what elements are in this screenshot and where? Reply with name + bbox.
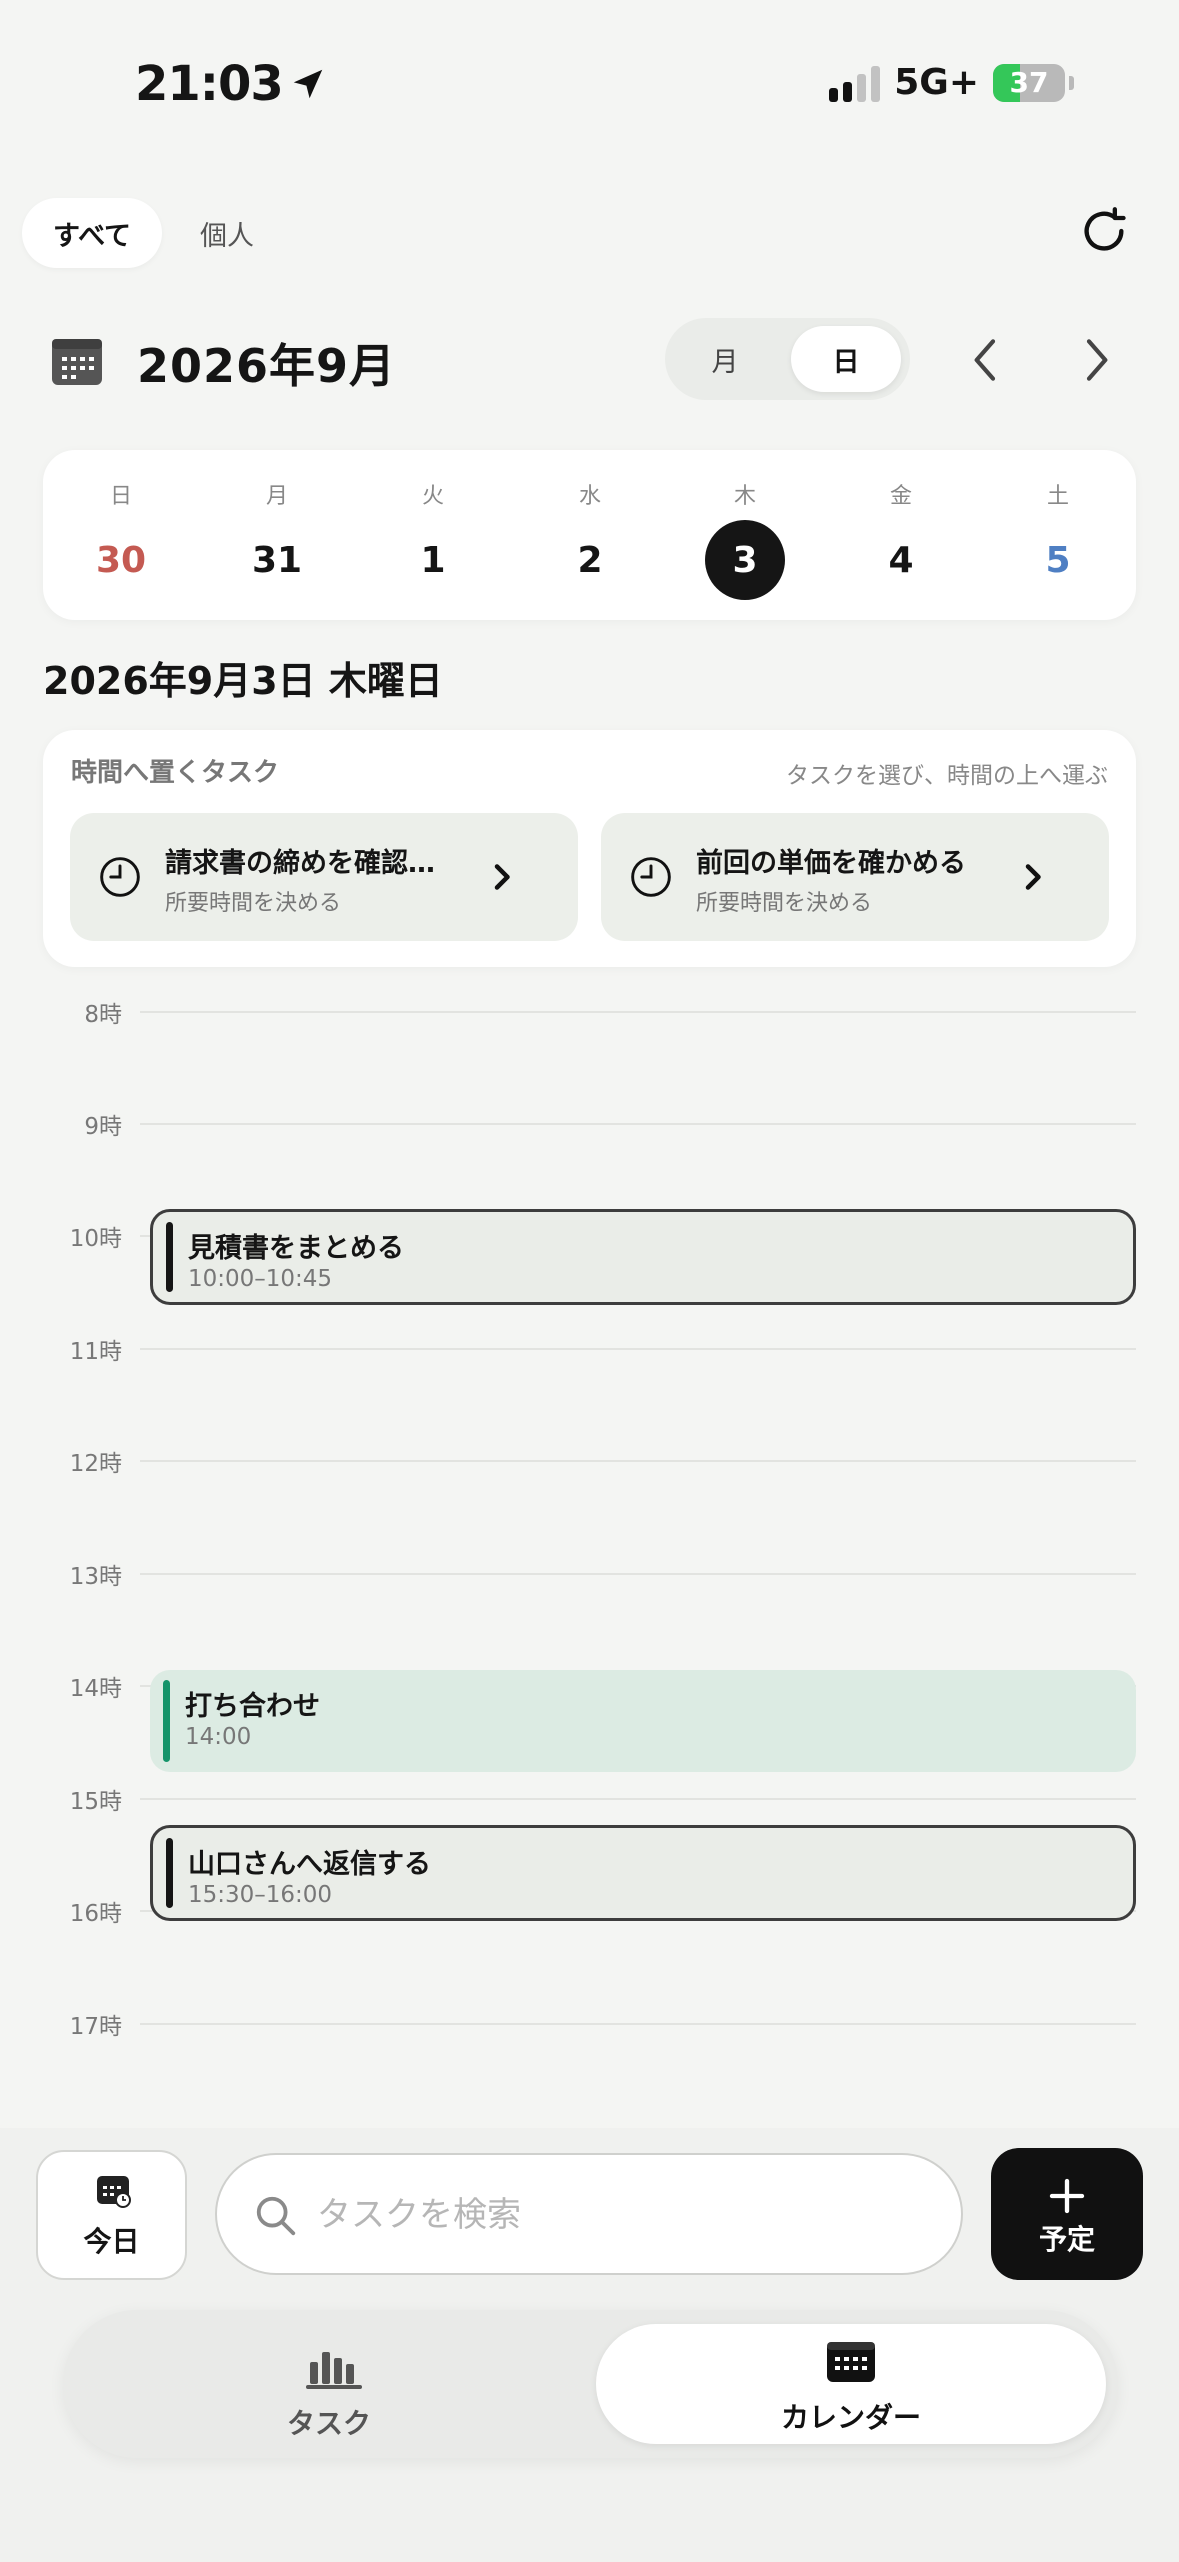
week-day-sat[interactable]: 土 5 bbox=[988, 450, 1128, 620]
location-arrow-icon bbox=[293, 69, 323, 99]
event-time: 14:00 bbox=[185, 1724, 252, 1750]
event-color-bar bbox=[163, 1680, 170, 1762]
hour-line bbox=[140, 1348, 1136, 1350]
card-title: 時間へ置くタスク bbox=[71, 758, 280, 788]
bar-chart-icon bbox=[306, 2352, 362, 2389]
hour-label: 14時 bbox=[69, 1676, 122, 1702]
search-input[interactable] bbox=[317, 2185, 917, 2245]
hour-label: 13時 bbox=[69, 1564, 122, 1590]
plus-icon bbox=[1049, 2178, 1085, 2214]
event-time: 15:30–16:00 bbox=[188, 1882, 333, 1908]
day-number: 2 bbox=[577, 539, 603, 581]
add-event-button[interactable]: 予定 bbox=[991, 2148, 1143, 2280]
weekday-label: 日 bbox=[109, 484, 132, 509]
event-time: 10:00–10:45 bbox=[188, 1266, 333, 1292]
view-day-button[interactable]: 日 bbox=[791, 326, 901, 392]
hour-label: 17時 bbox=[69, 2014, 122, 2040]
status-indicators: 5G+ 37 bbox=[829, 62, 1074, 103]
hour-label: 12時 bbox=[69, 1451, 122, 1477]
today-label: 今日 bbox=[83, 2225, 140, 2258]
unscheduled-tasks-card: 時間へ置くタスク タスクを選び、時間の上へ運ぶ 請求書の締めを確認… 所要時間を… bbox=[43, 730, 1136, 967]
day-number: 30 bbox=[95, 539, 147, 581]
calendar-icon bbox=[52, 339, 102, 385]
view-toggle: 月 日 bbox=[665, 318, 910, 400]
hour-line bbox=[140, 1011, 1136, 1013]
hour-line bbox=[140, 1460, 1136, 1462]
week-day-mon[interactable]: 月 31 bbox=[207, 450, 347, 620]
hour-line bbox=[140, 2023, 1136, 2025]
battery-level: 37 bbox=[1009, 66, 1049, 99]
date-heading: 2026年9月3日 木曜日 bbox=[43, 659, 443, 703]
hour-label: 9時 bbox=[84, 1114, 122, 1140]
event-title: 山口さんへ返信する bbox=[188, 1849, 431, 1880]
hour-label: 10時 bbox=[69, 1226, 122, 1252]
clock-icon bbox=[631, 857, 671, 897]
weekday-label: 土 bbox=[1046, 484, 1069, 509]
add-label: 予定 bbox=[1038, 2223, 1095, 2256]
calendar-icon bbox=[827, 2342, 875, 2382]
day-number: 5 bbox=[1045, 539, 1071, 581]
event-title: 見積書をまとめる bbox=[188, 1233, 404, 1264]
calendar-today-icon bbox=[97, 2176, 131, 2208]
day-number: 31 bbox=[251, 539, 303, 581]
filter-all-tab[interactable]: すべて bbox=[22, 198, 162, 268]
hour-line bbox=[140, 1123, 1136, 1125]
filter-personal-tab[interactable]: 個人 bbox=[200, 198, 254, 268]
search-box[interactable] bbox=[215, 2153, 963, 2275]
event-block[interactable]: 打ち合わせ 14:00 bbox=[150, 1670, 1136, 1772]
hour-label: 8時 bbox=[84, 1002, 122, 1028]
status-time: 21:03 bbox=[135, 56, 327, 112]
weekday-label: 火 bbox=[421, 484, 444, 509]
weekday-label: 金 bbox=[889, 484, 912, 509]
tab-tasks-label: タスク bbox=[286, 2407, 371, 2440]
tab-bar: タスク カレンダー bbox=[63, 2310, 1118, 2458]
view-month-button[interactable]: 月 bbox=[675, 326, 775, 392]
week-day-thu[interactable]: 木 3 bbox=[675, 450, 815, 620]
weekday-label: 木 bbox=[733, 484, 756, 509]
hour-line bbox=[140, 1798, 1136, 1800]
chevron-left-icon[interactable] bbox=[958, 332, 1014, 388]
card-hint: タスクを選び、時間の上へ運ぶ bbox=[786, 763, 1108, 789]
day-number: 3 bbox=[705, 520, 785, 600]
task-chip[interactable]: 請求書の締めを確認… 所要時間を決める bbox=[70, 813, 578, 941]
day-number: 1 bbox=[420, 539, 446, 581]
week-day-fri[interactable]: 金 4 bbox=[831, 450, 971, 620]
weekday-label: 水 bbox=[578, 484, 601, 509]
task-subtitle: 所要時間を決める bbox=[165, 891, 342, 916]
event-color-bar bbox=[166, 1838, 173, 1908]
task-title: 請求書の締めを確認… bbox=[165, 848, 435, 879]
task-title: 前回の単価を確かめる bbox=[696, 848, 966, 879]
task-subtitle: 所要時間を決める bbox=[696, 891, 873, 916]
week-day-tue[interactable]: 火 1 bbox=[363, 450, 503, 620]
hour-label: 16時 bbox=[69, 1901, 122, 1927]
event-title: 打ち合わせ bbox=[185, 1691, 320, 1722]
chevron-right-icon[interactable] bbox=[1068, 332, 1124, 388]
chevron-right-icon bbox=[494, 864, 510, 890]
status-time-text: 21:03 bbox=[135, 56, 284, 112]
week-strip: 日 30 月 31 火 1 水 2 木 3 金 4 土 5 bbox=[43, 450, 1136, 620]
hour-line bbox=[140, 1573, 1136, 1575]
month-title: 2026年9月 bbox=[137, 339, 397, 393]
event-color-bar bbox=[166, 1222, 173, 1292]
battery-icon: 37 bbox=[993, 63, 1065, 102]
tab-calendar[interactable]: カレンダー bbox=[596, 2324, 1106, 2444]
tab-calendar-label: カレンダー bbox=[780, 2401, 921, 2434]
week-day-sun[interactable]: 日 30 bbox=[51, 450, 191, 620]
hour-label: 15時 bbox=[69, 1789, 122, 1815]
chevron-right-icon bbox=[1025, 864, 1041, 890]
task-chip[interactable]: 前回の単価を確かめる 所要時間を決める bbox=[601, 813, 1109, 941]
hour-label: 11時 bbox=[69, 1339, 122, 1365]
event-block[interactable]: 見積書をまとめる 10:00–10:45 bbox=[150, 1209, 1136, 1305]
day-number: 4 bbox=[888, 539, 914, 581]
week-day-wed[interactable]: 水 2 bbox=[520, 450, 660, 620]
search-icon bbox=[256, 2196, 296, 2236]
clock-icon bbox=[100, 857, 140, 897]
signal-icon bbox=[829, 64, 881, 102]
tab-tasks[interactable]: タスク bbox=[69, 2316, 589, 2452]
event-block[interactable]: 山口さんへ返信する 15:30–16:00 bbox=[150, 1825, 1136, 1921]
network-label: 5G+ bbox=[894, 62, 979, 103]
weekday-label: 月 bbox=[265, 484, 288, 509]
today-button[interactable]: 今日 bbox=[36, 2150, 187, 2280]
refresh-icon[interactable] bbox=[1078, 205, 1130, 257]
